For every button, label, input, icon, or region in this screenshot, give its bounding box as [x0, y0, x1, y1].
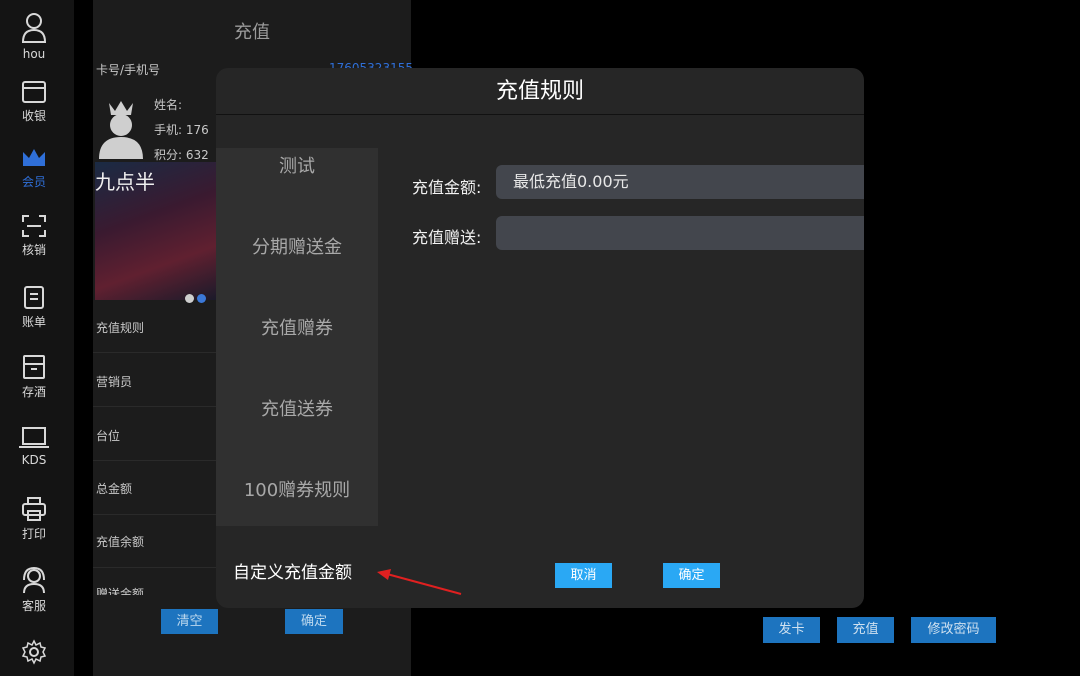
printer-icon — [22, 497, 46, 521]
scan-icon — [22, 215, 46, 237]
nav-print[interactable]: 打印 — [0, 496, 68, 542]
crown-icon — [23, 149, 45, 166]
rule-item[interactable]: 测试 — [216, 152, 378, 178]
member-points: 积分: 632 — [154, 148, 209, 162]
nav-kds-label: KDS — [21, 453, 47, 467]
banner-title: 九点半 — [95, 170, 155, 194]
recharge-gift-label: 充值赠送: — [412, 228, 482, 247]
change-password-button[interactable]: 修改密码 — [911, 617, 996, 643]
storage-icon — [23, 355, 45, 379]
confirm-button[interactable]: 确定 — [663, 563, 720, 588]
nav-bill[interactable]: 账单 — [0, 284, 68, 330]
pagination-dot — [185, 294, 194, 303]
nav-print-label: 打印 — [21, 527, 46, 541]
banner-pagination — [185, 288, 209, 307]
panel-title: 充值 — [234, 22, 270, 43]
dialog-title-divider — [216, 114, 864, 115]
cancel-button[interactable]: 取消 — [555, 563, 612, 588]
issue-card-button[interactable]: 发卡 — [763, 617, 820, 643]
recharge-amount-input[interactable]: 最低充值0.00元 — [496, 165, 864, 199]
member-phone: 手机: 176 — [154, 123, 209, 137]
nav-wine-storage[interactable]: 存酒 — [0, 354, 68, 400]
nav-member[interactable]: 会员 — [0, 146, 68, 190]
rule-item[interactable]: 分期赠送金 — [216, 233, 378, 259]
row-recharge-rule: 充值规则 — [96, 321, 145, 335]
clear-button[interactable]: 清空 — [161, 609, 218, 634]
gear-icon — [21, 639, 47, 665]
user-icon — [21, 13, 47, 43]
rule-item-custom-amount[interactable]: 自定义充值金额 — [233, 558, 352, 583]
recharge-gift-input[interactable] — [496, 216, 864, 250]
pagination-dot-active — [197, 294, 206, 303]
recharge-amount-label: 充值金额: — [412, 178, 482, 197]
rule-item[interactable]: 充值赠券 — [216, 314, 378, 340]
rule-item[interactable]: 100赠券规则 — [216, 476, 378, 502]
row-recharge-balance: 充值余额 — [96, 535, 145, 549]
member-avatar — [99, 101, 143, 159]
panel-confirm-button[interactable]: 确定 — [285, 609, 343, 634]
laptop-icon — [19, 427, 49, 448]
bill-icon — [24, 286, 44, 309]
rule-item[interactable]: 充值送券 — [216, 395, 378, 421]
left-nav: hou 收银 会员 核销 账单 存酒 KDS 打印 客服 — [0, 0, 74, 676]
annotation-arrow-icon — [377, 569, 462, 595]
recharge-rule-dialog: 充值规则 测试 分期赠送金 充值赠券 充值送券 100赠券规则 自定义充值金额 … — [216, 68, 864, 608]
dialog-title: 充值规则 — [495, 79, 584, 104]
nav-member-label: 会员 — [21, 175, 46, 189]
row-gift-amount: 赠送金额 — [96, 587, 145, 595]
card-number-label: 卡号/手机号 — [96, 63, 161, 77]
nav-wine-storage-label: 存酒 — [21, 385, 46, 399]
nav-service-label: 客服 — [21, 599, 46, 613]
nav-bill-label: 账单 — [21, 315, 46, 329]
nav-verify[interactable]: 核销 — [0, 214, 68, 258]
row-total-amount: 总金额 — [96, 482, 133, 496]
nav-cashier[interactable]: 收银 — [0, 80, 68, 124]
headset-icon — [23, 566, 45, 594]
nav-user-label: hou — [22, 47, 46, 61]
nav-kds[interactable]: KDS — [0, 426, 68, 467]
nav-cashier-label: 收银 — [21, 109, 46, 123]
nav-user[interactable]: hou — [0, 12, 68, 61]
rule-list: 测试 分期赠送金 充值赠券 充值送券 100赠券规则 — [216, 148, 378, 526]
nav-settings[interactable] — [0, 639, 68, 668]
member-name-label: 姓名: — [154, 98, 183, 112]
recharge-button[interactable]: 充值 — [837, 617, 894, 643]
cashier-icon — [22, 81, 46, 103]
nav-verify-label: 核销 — [21, 243, 46, 257]
nav-service[interactable]: 客服 — [0, 566, 68, 614]
row-salesperson: 营销员 — [96, 375, 133, 389]
row-table: 台位 — [96, 429, 121, 443]
